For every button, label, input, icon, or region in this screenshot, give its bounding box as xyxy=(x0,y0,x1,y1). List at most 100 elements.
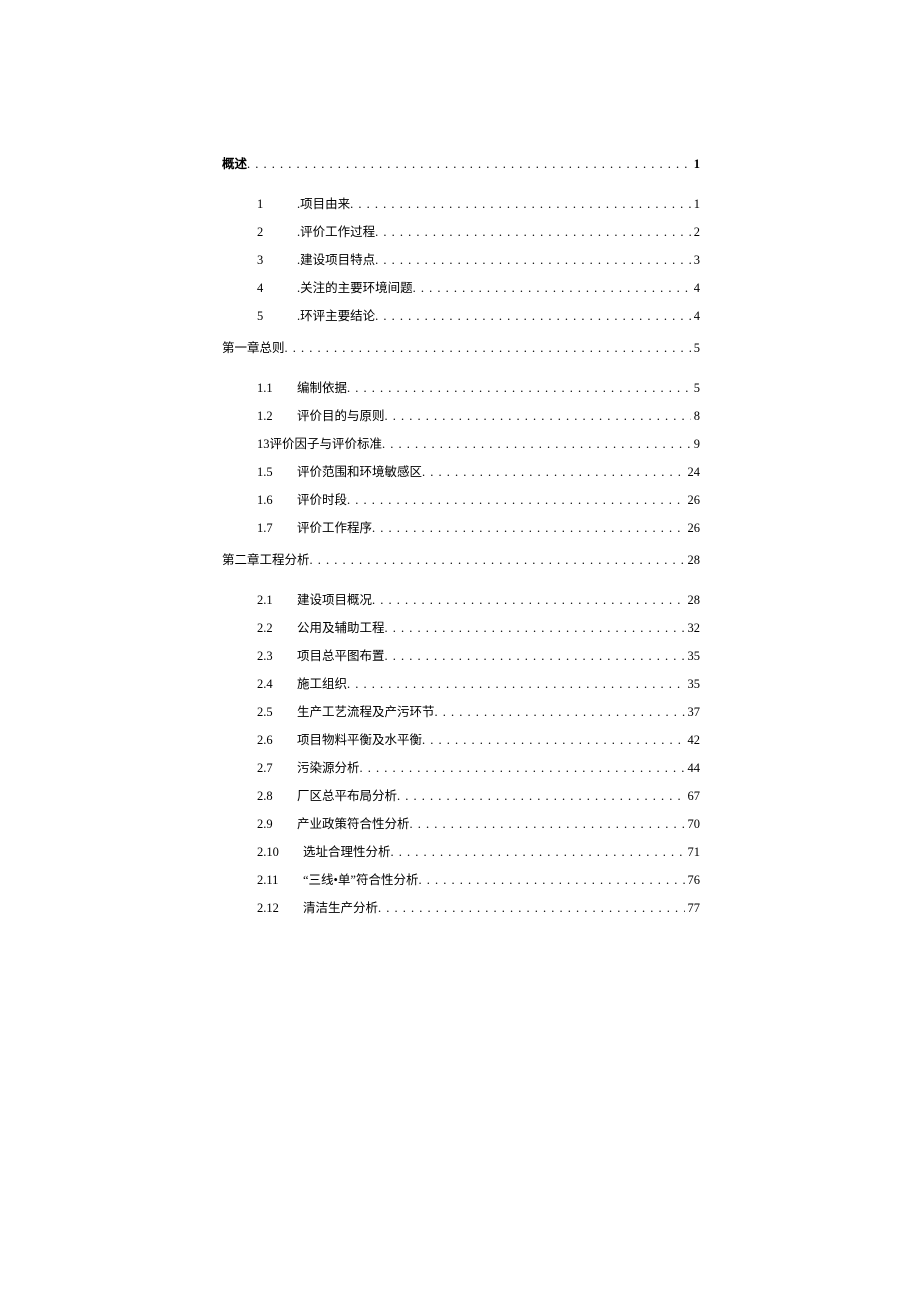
toc-number: 3 xyxy=(257,253,287,268)
toc-number: 1.7 xyxy=(257,521,287,536)
toc-page-number: 26 xyxy=(688,493,701,508)
toc-entry: 第一章总则5 xyxy=(222,341,700,356)
toc-page-number: 28 xyxy=(688,553,701,568)
toc-entry: 5.环评主要结论4 xyxy=(222,309,700,324)
toc-entry: 1.1编制依据5 xyxy=(222,381,700,396)
toc-number: 1 xyxy=(257,197,287,212)
toc-number: 2.10 xyxy=(257,845,293,860)
toc-entry: 1.5评价范围和环境敏感区24 xyxy=(222,465,700,480)
toc-leader-dots xyxy=(310,553,685,568)
toc-leader-dots xyxy=(375,309,691,324)
toc-title: .环评主要结论 xyxy=(297,309,375,324)
toc-entry: 第二章工程分析28 xyxy=(222,553,700,568)
toc-title: 项目总平图布置 xyxy=(297,649,385,664)
toc-leader-dots xyxy=(385,649,685,664)
toc-title: 概述 xyxy=(222,157,247,172)
toc-leader-dots xyxy=(435,705,685,720)
toc-entry: 1.2评价目的与原则8 xyxy=(222,409,700,424)
toc-number: 2.12 xyxy=(257,901,293,916)
toc-leader-dots xyxy=(422,465,684,480)
toc-leader-dots xyxy=(378,901,684,916)
toc-entry: 2.10 选址合理性分析 71 xyxy=(222,845,700,860)
toc-entry: 2.9产业政策符合性分析70 xyxy=(222,817,700,832)
toc-number: 2.5 xyxy=(257,705,287,720)
toc-title: 评价工作程序 xyxy=(297,521,372,536)
toc-leader-dots xyxy=(347,381,691,396)
toc-leader-dots xyxy=(375,225,691,240)
toc-leader-dots xyxy=(418,873,684,888)
toc-title: .关注的主要环境间题 xyxy=(297,281,413,296)
toc-title: .建设项目特点 xyxy=(297,253,375,268)
toc-number: 5 xyxy=(257,309,287,324)
toc-title: 选址合理性分析 xyxy=(303,845,391,860)
toc-leader-dots xyxy=(382,437,691,452)
toc-title: .评价工作过程 xyxy=(297,225,375,240)
toc-number: 2.9 xyxy=(257,817,287,832)
toc-leader-dots xyxy=(360,761,685,776)
toc-page-number: 70 xyxy=(688,817,701,832)
toc-leader-dots xyxy=(397,789,684,804)
toc-entry: 2.2公用及辅助工程32 xyxy=(222,621,700,636)
toc-leader-dots xyxy=(422,733,684,748)
toc-entry: 2.1建设项目概况28 xyxy=(222,593,700,608)
toc-entry: 4 .关注的主要环境间题 4 xyxy=(222,281,700,296)
toc-number: 2.8 xyxy=(257,789,287,804)
toc-page-number: 24 xyxy=(688,465,701,480)
toc-page-number: 26 xyxy=(688,521,701,536)
toc-title: 污染源分析 xyxy=(297,761,360,776)
toc-entry: 1 .项目由来 1 xyxy=(222,197,700,212)
toc-page-number: 35 xyxy=(688,677,701,692)
toc-page-number: 76 xyxy=(688,873,701,888)
toc-leader-dots xyxy=(385,621,685,636)
toc-number: 4 xyxy=(257,281,287,296)
toc-leader-dots xyxy=(385,409,691,424)
toc-number: 1.6 xyxy=(257,493,287,508)
toc-page-number: 9 xyxy=(694,437,700,452)
toc-number: 2.7 xyxy=(257,761,287,776)
toc-title: 公用及辅助工程 xyxy=(297,621,385,636)
toc-number: 2.3 xyxy=(257,649,287,664)
toc-page-number: 2 xyxy=(694,225,700,240)
toc-number: 1.5 xyxy=(257,465,287,480)
toc-entry: 2.3 项目总平图布置 35 xyxy=(222,649,700,664)
toc-entry: 2.11 “三线•单”符合性分析 76 xyxy=(222,873,700,888)
table-of-contents: 概述11.项目由来12.评价工作过程23.建设项目特点34.关注的主要环境间题4… xyxy=(222,157,700,916)
toc-entry: 1.7 评价工作程序 26 xyxy=(222,521,700,536)
toc-page-number: 5 xyxy=(694,341,700,356)
toc-page-number: 35 xyxy=(688,649,701,664)
toc-leader-dots xyxy=(372,593,684,608)
toc-title: 施工组织 xyxy=(297,677,347,692)
toc-page-number: 4 xyxy=(694,281,700,296)
toc-number: 2 xyxy=(257,225,287,240)
toc-entry: 2.5生产工艺流程及产污环节37 xyxy=(222,705,700,720)
toc-entry: 2.8厂区总平布局分析67 xyxy=(222,789,700,804)
toc-entry: 2.4施工组织35 xyxy=(222,677,700,692)
toc-page-number: 77 xyxy=(688,901,701,916)
toc-title: 评价目的与原则 xyxy=(297,409,385,424)
toc-entry: 1.6评价时段26 xyxy=(222,493,700,508)
toc-number: 2.6 xyxy=(257,733,287,748)
toc-number: 2.1 xyxy=(257,593,287,608)
toc-number: 1.1 xyxy=(257,381,287,396)
toc-entry: 2.7 污染源分析 44 xyxy=(222,761,700,776)
toc-entry: 2.6项目物料平衡及水平衡42 xyxy=(222,733,700,748)
toc-page-number: 1 xyxy=(694,197,700,212)
toc-title: “三线•单”符合性分析 xyxy=(303,873,418,888)
toc-entry: 3.建设项目特点3 xyxy=(222,253,700,268)
toc-title: 清洁生产分析 xyxy=(303,901,378,916)
toc-leader-dots xyxy=(375,253,691,268)
toc-title: .项目由来 xyxy=(297,197,350,212)
toc-page-number: 1 xyxy=(694,157,700,172)
toc-page-number: 28 xyxy=(688,593,701,608)
toc-leader-dots xyxy=(413,281,691,296)
toc-title: 厂区总平布局分析 xyxy=(297,789,397,804)
toc-leader-dots xyxy=(347,677,684,692)
toc-leader-dots xyxy=(285,341,691,356)
toc-entry: 2.12 清洁生产分析 77 xyxy=(222,901,700,916)
toc-number: 2.11 xyxy=(257,873,293,888)
toc-page-number: 44 xyxy=(688,761,701,776)
toc-page-number: 71 xyxy=(688,845,701,860)
toc-entry: 13评价因子与评价标准 9 xyxy=(222,437,700,452)
toc-leader-dots xyxy=(391,845,685,860)
toc-title: 13评价因子与评价标准 xyxy=(257,437,382,452)
